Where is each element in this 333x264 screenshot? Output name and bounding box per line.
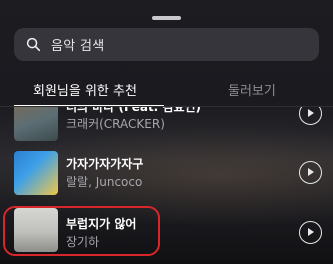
play-icon[interactable]: [299, 107, 322, 125]
music-search-bar[interactable]: 음악 검색: [14, 28, 319, 61]
search-placeholder: 음악 검색: [51, 39, 105, 54]
song-artist: 크래커(CRACKER): [66, 117, 165, 131]
tab-browse[interactable]: 둘러보기: [228, 80, 276, 99]
play-icon[interactable]: [299, 161, 322, 184]
song-title: 너의 바다 (Feat. 김효연): [66, 107, 202, 114]
song-row[interactable]: 가자가자가자구 랄랄, Juncoco: [0, 149, 333, 199]
tab-recommended[interactable]: 회원님을 위한 추천: [33, 80, 137, 99]
album-art: [14, 107, 58, 141]
sheet-grab-handle[interactable]: [152, 16, 181, 20]
music-picker-sheet: 음악 검색 회원님을 위한 추천 둘러보기 너의 바다 (Feat. 김효연) …: [0, 0, 333, 264]
album-art: [14, 151, 58, 195]
play-icon[interactable]: [299, 221, 322, 244]
song-row[interactable]: 너의 바다 (Feat. 김효연) 크래커(CRACKER): [0, 107, 333, 147]
song-artist: 랄랄, Juncoco: [66, 175, 143, 189]
search-icon: [26, 37, 41, 52]
tab-bar: 회원님을 위한 추천 둘러보기: [0, 70, 333, 107]
selection-highlight: [3, 206, 160, 256]
song-title: 가자가자가자구: [66, 157, 144, 171]
